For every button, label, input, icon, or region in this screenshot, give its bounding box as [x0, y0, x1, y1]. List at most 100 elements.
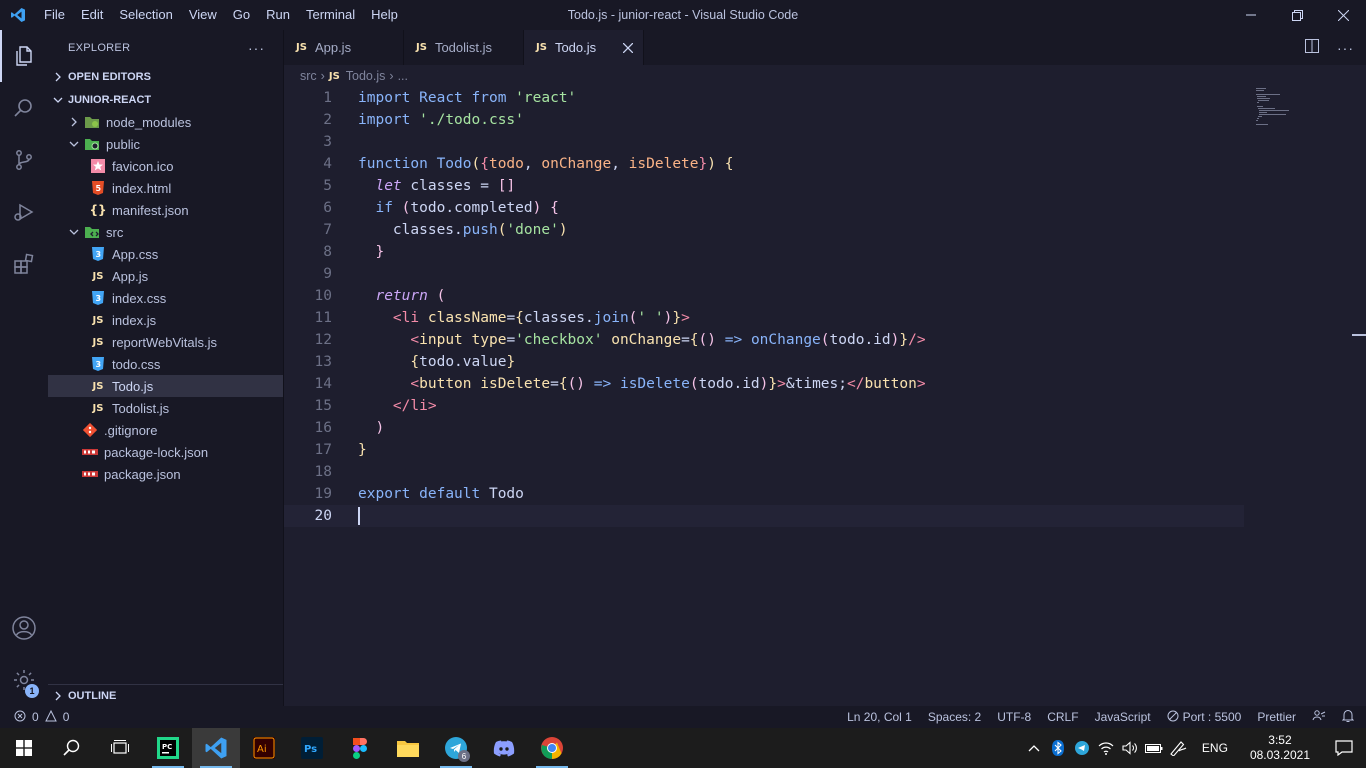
close-tab-icon[interactable] [622, 40, 634, 56]
cursor-position[interactable]: Ln 20, Col 1 [847, 710, 912, 724]
project-section[interactable]: JUNIOR-REACT [48, 89, 283, 111]
menu-selection[interactable]: Selection [111, 0, 180, 30]
line-number: 8 [323, 244, 332, 260]
tree-file-todo-css[interactable]: 3 todo.css [48, 353, 283, 375]
discord-app-icon[interactable] [480, 728, 528, 768]
scrollbar-indicator[interactable] [1352, 334, 1366, 336]
tree-folder-public[interactable]: public [48, 133, 283, 155]
line-number: 4 [323, 156, 332, 172]
breadcrumb-file[interactable]: Todo.js [346, 69, 386, 83]
pycharm-app-icon[interactable]: PC [144, 728, 192, 768]
tree-folder-src[interactable]: src [48, 221, 283, 243]
more-actions-button[interactable]: ··· [248, 40, 265, 56]
minimize-button[interactable] [1228, 0, 1274, 30]
code-line: 9 [284, 263, 1244, 285]
tree-file-gitignore[interactable]: .gitignore [48, 419, 283, 441]
feedback-icon[interactable] [1312, 709, 1326, 726]
clock[interactable]: 3:52 08.03.2021 [1250, 733, 1310, 763]
js-icon: JS [92, 336, 104, 348]
tree-file-app-js[interactable]: JS App.js [48, 265, 283, 287]
tree-file-todo-js[interactable]: JS Todo.js [48, 375, 283, 397]
code-line: 4 function Todo({todo, onChange, isDelete… [284, 153, 1244, 175]
tab-todo-js[interactable]: JS Todo.js [524, 30, 644, 65]
menu-run[interactable]: Run [258, 0, 298, 30]
tab-app-js[interactable]: JS App.js [284, 30, 404, 65]
tray-chevron-up-icon[interactable] [1022, 744, 1046, 752]
tree-label: todo.css [112, 356, 161, 372]
menu-edit[interactable]: Edit [73, 0, 111, 30]
split-editor-icon[interactable] [1305, 39, 1319, 56]
encoding[interactable]: UTF-8 [997, 710, 1031, 724]
battery-icon[interactable] [1142, 742, 1166, 754]
tree-file-todolist-js[interactable]: JS Todolist.js [48, 397, 283, 419]
tree-file-package-lock[interactable]: package-lock.json [48, 441, 283, 463]
search-icon[interactable] [0, 82, 48, 134]
language-mode[interactable]: JavaScript [1095, 710, 1151, 724]
tree-file-index-html[interactable]: 5 index.html [48, 177, 283, 199]
code-line: 7 classes.push('done') [284, 219, 1244, 241]
input-language[interactable]: ENG [1202, 741, 1228, 755]
telegram-app-icon[interactable]: 6 [432, 728, 480, 768]
windows-taskbar: PC Ai Ps 6 ENG 3:52 08.03.2021 [0, 728, 1366, 768]
tab-todolist-js[interactable]: JS Todolist.js [404, 30, 524, 65]
tree-file-manifest[interactable]: {} manifest.json [48, 199, 283, 221]
pen-workspace-icon[interactable] [1166, 740, 1190, 756]
figma-app-icon[interactable] [336, 728, 384, 768]
illustrator-app-icon[interactable]: Ai [240, 728, 288, 768]
json-icon: {} [89, 203, 107, 217]
menu-terminal[interactable]: Terminal [298, 0, 363, 30]
prettier-status[interactable]: Prettier [1257, 710, 1296, 724]
file-explorer-app-icon[interactable] [384, 728, 432, 768]
js-icon: JS [92, 402, 104, 414]
outline-section[interactable]: OUTLINE [48, 684, 283, 706]
menu-view[interactable]: View [181, 0, 225, 30]
tree-file-favicon[interactable]: favicon.ico [48, 155, 283, 177]
extensions-icon[interactable] [0, 238, 48, 290]
tree-file-report-web-vitals[interactable]: JS reportWebVitals.js [48, 331, 283, 353]
run-debug-icon[interactable] [0, 186, 48, 238]
minimap[interactable] [1252, 87, 1352, 127]
close-window-button[interactable] [1320, 0, 1366, 30]
js-icon: JS [328, 70, 340, 82]
restore-button[interactable] [1274, 0, 1320, 30]
tree-file-package-json[interactable]: package.json [48, 463, 283, 485]
task-view-icon[interactable] [96, 728, 144, 768]
tree-file-app-css[interactable]: 3 App.css [48, 243, 283, 265]
menu-go[interactable]: Go [225, 0, 258, 30]
source-control-icon[interactable] [0, 134, 48, 186]
open-editors-section[interactable]: OPEN EDITORS [48, 66, 283, 88]
code-editor[interactable]: 1 import React from 'react' 2 import './to… [284, 87, 1366, 706]
svg-text:Ps: Ps [304, 744, 317, 755]
tree-label: App.js [112, 268, 149, 284]
bluetooth-icon[interactable] [1046, 740, 1070, 756]
line-number: 19 [314, 486, 332, 502]
chrome-app-icon[interactable] [528, 728, 576, 768]
notifications-bell-icon[interactable] [1341, 709, 1355, 726]
taskbar-search-icon[interactable] [48, 728, 96, 768]
breadcrumb-folder[interactable]: src [300, 69, 317, 83]
wifi-icon[interactable] [1094, 741, 1118, 755]
line-number: 14 [314, 376, 332, 392]
svg-text:3: 3 [96, 250, 102, 259]
account-icon[interactable] [0, 602, 48, 654]
more-actions-icon[interactable]: ··· [1337, 40, 1354, 56]
indentation[interactable]: Spaces: 2 [928, 710, 981, 724]
tree-file-index-js[interactable]: JS index.js [48, 309, 283, 331]
end-of-line[interactable]: CRLF [1047, 710, 1078, 724]
warning-icon [44, 709, 57, 725]
live-server-port[interactable]: Port : 5500 [1167, 710, 1241, 725]
telegram-tray-icon[interactable] [1070, 741, 1094, 755]
action-center-icon[interactable] [1322, 728, 1366, 768]
photoshop-app-icon[interactable]: Ps [288, 728, 336, 768]
tree-folder-node-modules[interactable]: node_modules [48, 111, 283, 133]
vscode-app-icon[interactable] [192, 728, 240, 768]
problems-indicator[interactable]: 0 0 [0, 709, 69, 725]
settings-gear-icon[interactable]: 1 [0, 654, 48, 706]
tree-file-index-css[interactable]: 3 index.css [48, 287, 283, 309]
volume-icon[interactable] [1118, 741, 1142, 755]
menu-help[interactable]: Help [363, 0, 406, 30]
menu-file[interactable]: File [36, 0, 73, 30]
windows-start-icon[interactable] [0, 728, 48, 768]
breadcrumb-more[interactable]: ... [398, 69, 408, 83]
explorer-icon[interactable] [0, 30, 48, 82]
